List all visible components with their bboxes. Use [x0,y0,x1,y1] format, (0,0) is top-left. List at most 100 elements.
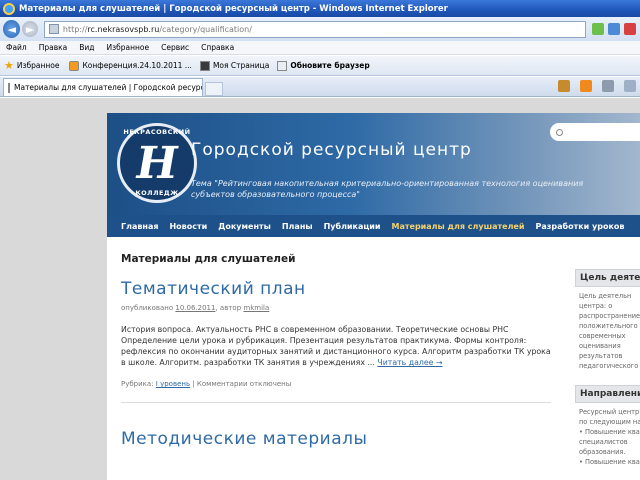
url-host: rc.nekrasovspb.ru [87,24,160,34]
nav-plans[interactable]: Планы [282,222,313,231]
widget-line: Ресурсный центр [579,408,640,416]
nav-home[interactable]: Главная [121,222,158,231]
tab-current[interactable]: Материалы для слушателей | Городской рес… [3,78,203,96]
nav-news[interactable]: Новости [169,222,207,231]
menu-view[interactable]: Вид [79,43,94,52]
nav-lesson-plans[interactable]: Разработки уроков [535,222,624,231]
post-divider [121,402,551,403]
tab-bar: Материалы для слушателей | Городской рес… [0,77,640,97]
url-prefix: http:// [62,24,88,34]
widget-line: результатов [579,352,623,360]
widget-title: Направлени [575,385,640,403]
meta-prefix: опубликовано [121,304,174,312]
post-meta: опубликовано 10.06.2011, автор mkmila [121,304,561,312]
category-link[interactable]: I уровень [156,380,190,388]
post-title-link[interactable]: Методические материалы [121,429,561,449]
logo-top-text: НЕКРАСОВСКИЙ [123,128,191,136]
page-icon [277,60,288,71]
print-icon[interactable] [624,80,636,92]
widget-line: центра: о [579,302,613,310]
menu-edit[interactable]: Правка [39,43,68,52]
favorite-item-my-page[interactable]: Моя Страница [199,60,270,71]
site-subtitle: Тема "Рейтинговая накопительная критериа… [191,178,640,200]
favorite-item-conference[interactable]: Конференция.24.10.2011 ... [69,60,192,71]
window-title-bar: Материалы для слушателей | Городской рес… [0,0,640,17]
favorite-item-label: Моя Страница [212,61,270,70]
favorites-button[interactable]: Избранное [17,61,60,70]
post-date-link[interactable]: 10.06.2011 [175,304,215,312]
widget-line: современных [579,332,626,340]
site-title[interactable]: Городской ресурсный центр [191,140,472,160]
forward-button[interactable]: ► [22,21,38,37]
menu-help[interactable]: Справка [201,43,234,52]
stop-icon[interactable] [624,23,636,35]
site-icon [199,60,210,71]
widget-line: положительного [579,322,638,330]
url-path: /category/qualification/ [159,24,252,34]
site-header: НЕКРАСОВСКИЙ Н КОЛЛЕДЖ Городской ресурсн… [107,113,640,215]
favorites-bar: ★ Избранное Конференция.24.10.2011 ... М… [0,56,640,76]
web-slice-icon [69,60,80,71]
widget-body: Цель деятельн центра: о распространение … [575,287,640,375]
logo-letter: Н [131,137,183,189]
address-row: ◄ ► http:// rc.nekrasovspb.ru /category/… [0,17,640,41]
page-icon [8,82,10,93]
page-viewport[interactable]: НЕКРАСОВСКИЙ Н КОЛЛЕДЖ Городской ресурсн… [0,98,640,480]
window-title: Материалы для слушателей | Городской рес… [19,3,448,14]
widget-line[interactable]: • Повышение ква [579,427,640,437]
post-title-link[interactable]: Тематический план [121,279,561,299]
widget-body: Ресурсный центр по следующим на • Повыше… [575,403,640,471]
meta-mid: , автор [215,304,242,312]
menu-tools[interactable]: Сервис [161,43,189,52]
post-author-link[interactable]: mkmila [243,304,269,312]
sidebar: Цель деяте Цель деятельн центра: о распр… [575,269,640,471]
back-button[interactable]: ◄ [3,20,21,38]
nav-documents[interactable]: Документы [218,222,271,231]
post-excerpt: История вопроса. Актуальность РНС в совр… [121,324,551,368]
widget-line: оценивания [579,342,621,350]
page-icon [48,24,59,34]
nav-publications[interactable]: Публикации [324,222,381,231]
logo-bottom-text: КОЛЛЕДЖ [135,189,179,197]
nav-materials[interactable]: Материалы для слушателей [392,222,525,231]
menu-bar: Файл Правка Вид Избранное Сервис Справка [0,41,640,55]
command-bar [548,80,636,92]
favorite-item-label: Обновите браузер [290,61,370,70]
rss-feed-icon[interactable] [580,80,592,92]
site-wrapper: НЕКРАСОВСКИЙ Н КОЛЛЕДЖ Городской ресурсн… [107,113,640,480]
favorite-item-label: Конференция.24.10.2011 ... [82,61,192,70]
refresh-icon[interactable] [608,23,620,35]
internet-explorer-icon [3,2,15,15]
footer-prefix: Рубрика: [121,380,154,388]
compat-view-icon[interactable] [592,23,604,35]
widget-line: Цель деятельн [579,292,632,300]
favorite-item-update-browser[interactable]: Обновите браузер [277,60,370,71]
widget-line: распространение [579,312,640,320]
category-title: Материалы для слушателей [121,253,296,265]
new-tab-button[interactable] [205,82,223,96]
college-logo[interactable]: НЕКРАСОВСКИЙ Н КОЛЛЕДЖ [117,123,197,203]
site-search-input[interactable] [550,123,640,141]
widget-title: Цель деяте [575,269,640,287]
menu-favorites[interactable]: Избранное [107,43,150,52]
site-nav: Главная Новости Документы Планы Публикац… [107,215,640,237]
widget-line: специалистов [579,438,628,446]
address-bar[interactable]: http:// rc.nekrasovspb.ru /category/qual… [43,20,586,38]
menu-file[interactable]: Файл [6,43,27,52]
site-subtitle-line1: Тема "Рейтинговая накопительная критериа… [191,179,584,188]
home-icon[interactable] [558,80,570,92]
site-subtitle-line2: субъектов образовательного процесса" [191,190,360,199]
post-excerpt-text: История вопроса. Актуальность РНС в совр… [121,325,551,367]
widget-line[interactable]: • Повышение ква [579,457,640,467]
favorites-star-icon[interactable]: ★ [4,59,14,72]
search-icon [556,128,563,136]
address-tools [592,23,640,35]
comments-status: | Комментарии отключены [192,380,292,388]
widget-line: образования. [579,448,626,456]
read-mail-icon[interactable] [602,80,614,92]
post-footer: Рубрика: I уровень | Комментарии отключе… [121,380,561,388]
tab-label: Материалы для слушателей | Городской рес… [14,83,203,92]
widget-line: педагогического [579,362,639,370]
read-more-link[interactable]: Читать далее → [377,358,442,367]
widget-line: по следующим на [579,418,640,426]
